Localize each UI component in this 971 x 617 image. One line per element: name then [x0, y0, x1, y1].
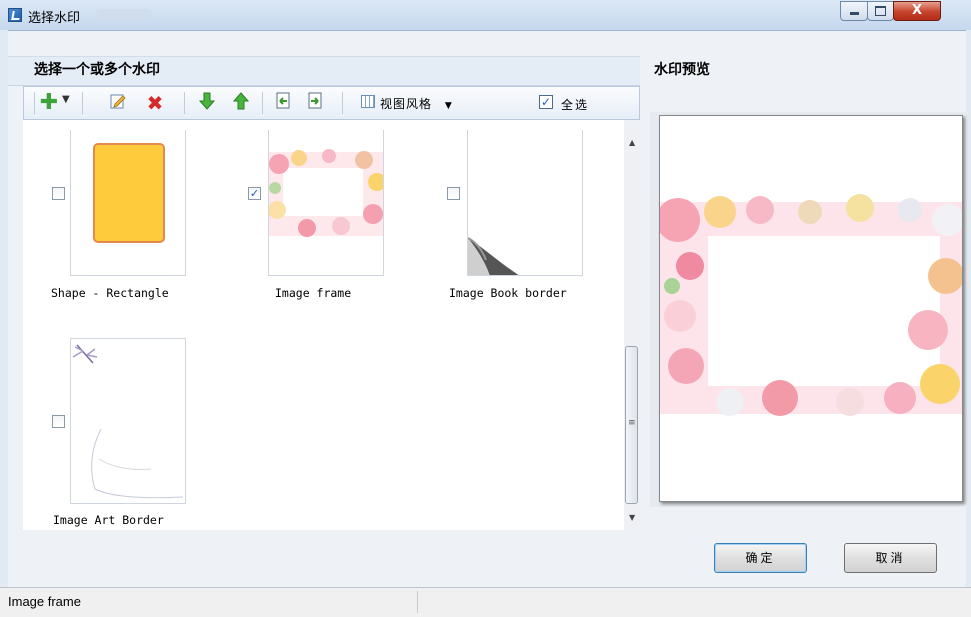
preview-floral-frame	[660, 194, 962, 416]
dragonfly-thumbnail	[72, 344, 184, 499]
select-all-checkbox[interactable]: ✓	[539, 95, 553, 109]
scrollbar-grip-icon: ≡	[628, 418, 636, 428]
scroll-up-icon[interactable]: ▲	[629, 138, 635, 147]
ok-button[interactable]: 确定	[714, 543, 807, 573]
import-icon[interactable]	[272, 92, 294, 114]
add-icon[interactable]: ✚	[38, 92, 60, 114]
title-blur	[96, 9, 152, 21]
export-icon[interactable]	[304, 92, 326, 114]
view-style-chevron-icon: ▼	[444, 101, 453, 111]
toolbar-separator	[82, 92, 83, 114]
caption-shape-rectangle: Shape - Rectangle	[51, 286, 169, 300]
watermark-preview	[659, 115, 963, 502]
watermark-dialog: 选择水印 X 选择一个或多个水印 水印预览 ✚ ▼ ✖ 视图风格 ▼ ✓ 全选 …	[0, 0, 971, 617]
add-dropdown-arrow-icon[interactable]: ▼	[62, 94, 70, 105]
maximize-button[interactable]	[867, 1, 894, 21]
window-frame-left	[0, 30, 8, 587]
close-button[interactable]: X	[893, 1, 941, 21]
item-checkbox-image-frame[interactable]: ✓	[248, 187, 261, 200]
move-up-icon[interactable]	[230, 92, 252, 114]
minimize-button[interactable]	[840, 1, 868, 21]
status-divider	[417, 591, 418, 613]
delete-icon[interactable]: ✖	[144, 92, 166, 114]
app-icon	[8, 8, 22, 22]
caption-image-frame: Image frame	[275, 286, 352, 300]
thumbnail-image-art-border[interactable]	[70, 338, 186, 504]
view-style-label: 视图风格	[380, 97, 433, 111]
item-checkbox-shape-rectangle[interactable]	[52, 187, 65, 200]
toolbar-separator	[184, 92, 185, 114]
rectangle-shape	[93, 143, 165, 243]
item-checkbox-image-book-border[interactable]	[447, 187, 460, 200]
move-down-icon[interactable]	[196, 92, 218, 114]
toolbar-grip	[34, 92, 35, 114]
minimize-icon	[849, 12, 859, 15]
window-title: 选择水印	[28, 11, 81, 26]
page-curl-thumbnail	[468, 237, 519, 275]
left-panel-heading: 选择一个或多个水印	[34, 62, 160, 78]
preview-heading: 水印预览	[654, 62, 710, 78]
select-all-label[interactable]: 全选	[561, 96, 589, 113]
view-style-icon[interactable]	[361, 95, 375, 108]
caption-image-book-border: Image Book border	[449, 286, 567, 300]
cancel-button[interactable]: 取消	[844, 543, 937, 573]
thumbnail-shape-rectangle[interactable]	[70, 130, 186, 276]
floral-frame-thumbnail	[269, 149, 383, 237]
toolbar-separator	[262, 92, 263, 114]
scroll-down-icon[interactable]: ▼	[629, 513, 635, 522]
caption-image-art-border: Image Art Border	[53, 513, 164, 527]
edit-icon[interactable]	[107, 92, 129, 114]
thumbnail-image-book-border[interactable]	[467, 130, 583, 276]
view-style-dropdown[interactable]: 视图风格 ▼	[380, 95, 453, 112]
status-bar	[0, 587, 971, 617]
item-checkbox-image-art-border[interactable]	[52, 415, 65, 428]
thumbnail-image-frame[interactable]	[268, 130, 384, 276]
maximize-icon	[875, 6, 886, 16]
status-text: Image frame	[8, 594, 81, 609]
toolbar-separator	[342, 92, 343, 114]
